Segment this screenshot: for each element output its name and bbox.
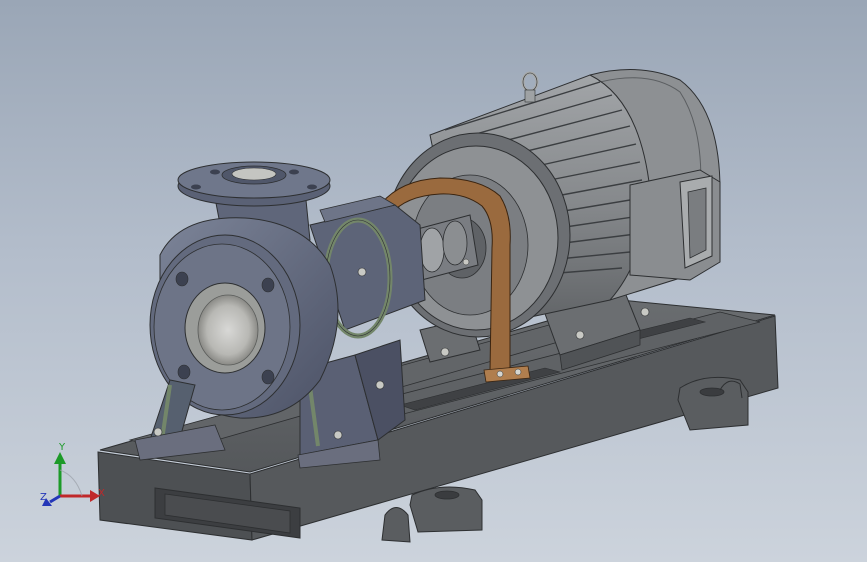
discharge-flange[interactable] <box>177 161 331 207</box>
reference-triad: Y X Z <box>38 440 110 512</box>
triad-axes-icon <box>42 452 100 506</box>
lifting-eye[interactable] <box>521 71 539 103</box>
terminal-box[interactable] <box>629 169 721 281</box>
electric-motor[interactable] <box>385 69 721 338</box>
triad-y-label: Y <box>59 442 66 453</box>
3d-graphics-viewport[interactable]: Y X Z <box>0 0 867 562</box>
triad-z-label: Z <box>40 492 47 503</box>
triad-x-label: X <box>98 488 105 499</box>
pump-motor-assembly-model[interactable] <box>0 0 867 562</box>
